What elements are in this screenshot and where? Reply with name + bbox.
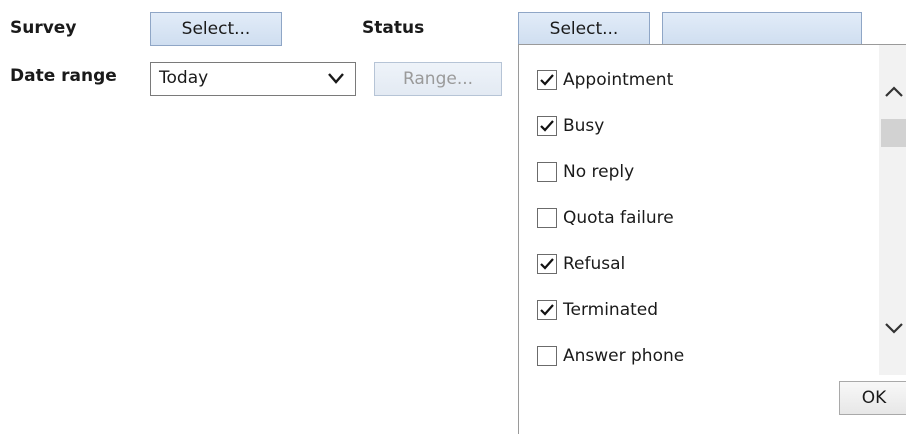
scroll-up-icon[interactable]: [883, 83, 905, 101]
status-extra-button[interactable]: [662, 12, 862, 46]
status-option-label: Appointment: [563, 70, 674, 90]
status-option[interactable]: Quota failure: [537, 205, 674, 231]
date-range-label: Date range: [10, 66, 117, 86]
status-option[interactable]: No reply: [537, 159, 634, 185]
status-option[interactable]: Answer phone: [537, 343, 684, 369]
status-select-button[interactable]: Select...: [518, 12, 650, 46]
chevron-down-icon: [328, 73, 344, 84]
check-icon: [540, 74, 554, 86]
status-option-label: Quota failure: [563, 208, 674, 228]
status-option[interactable]: Appointment: [537, 67, 673, 93]
status-label: Status: [362, 18, 425, 38]
status-option[interactable]: Refusal: [537, 251, 625, 277]
check-icon: [540, 120, 554, 132]
status-option-label: Terminated: [563, 300, 659, 320]
check-icon: [540, 258, 554, 270]
status-option-label: Answer phone: [563, 346, 685, 366]
status-option-checkbox[interactable]: [537, 162, 557, 182]
status-option[interactable]: Busy: [537, 113, 604, 139]
survey-select-button[interactable]: Select...: [150, 12, 282, 46]
status-option[interactable]: Terminated: [537, 297, 658, 323]
scroll-down-icon[interactable]: [883, 319, 905, 337]
status-option-checkbox[interactable]: [537, 70, 557, 90]
scrollbar-thumb[interactable]: [881, 119, 906, 147]
date-range-value: Today: [159, 68, 209, 88]
status-option-checkbox[interactable]: [537, 300, 557, 320]
ok-button[interactable]: OK: [839, 381, 906, 415]
status-option-checkbox[interactable]: [537, 346, 557, 366]
status-option-checkbox[interactable]: [537, 116, 557, 136]
status-dropdown: Appointment Busy No reply Quota failure Refu…: [518, 44, 906, 434]
status-option-checkbox[interactable]: [537, 208, 557, 228]
date-range-select[interactable]: Today: [150, 62, 356, 96]
status-option-label: No reply: [563, 162, 635, 182]
range-button[interactable]: Range...: [374, 62, 502, 96]
survey-label: Survey: [10, 18, 77, 38]
status-option-label: Busy: [563, 116, 605, 136]
status-option-checkbox[interactable]: [537, 254, 557, 274]
status-option-label: Refusal: [563, 254, 626, 274]
check-icon: [540, 304, 554, 316]
